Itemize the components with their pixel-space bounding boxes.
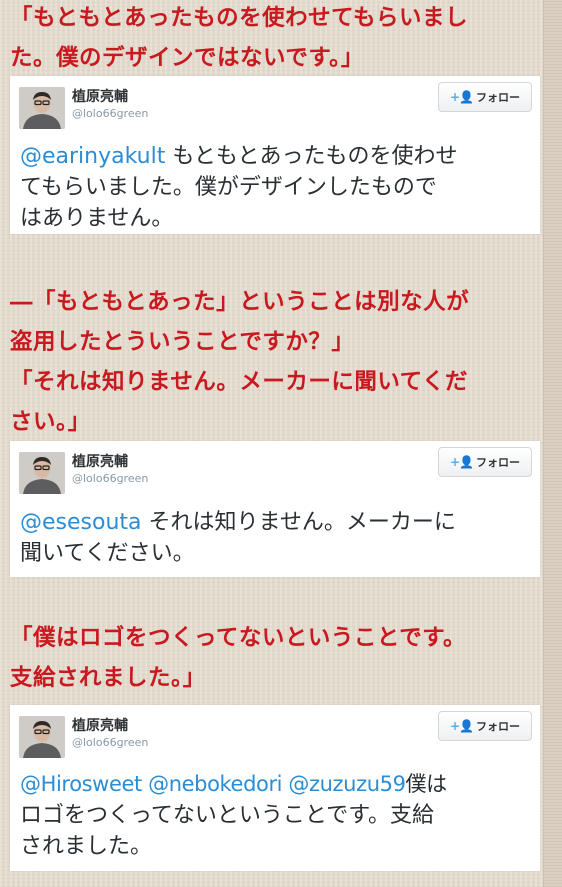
mention-link[interactable]: @nebokedori (148, 772, 282, 796)
quote-line: 「もともとあったものを使わせてもらいまし (10, 5, 468, 31)
mention-link[interactable]: @esesouta (20, 510, 142, 535)
follow-button[interactable]: +👤 フォロー (438, 82, 532, 112)
avatar[interactable] (19, 452, 65, 494)
tweet-text-line: それは知りません。メーカーに (148, 510, 456, 535)
quote-line: さい。」 (10, 409, 91, 435)
tweet-card-3: 植原亮輔 @lolo66green +👤 フォロー @Hirosweet @ne… (10, 705, 540, 871)
quote-block-2: ―「もともとあった」ということは別な人が 盗用したとういうことですか？」 「それ… (10, 282, 540, 442)
mention-link[interactable]: @zuzuzu59 (288, 772, 406, 796)
follow-user-icon: +👤 (450, 719, 474, 733)
user-handle[interactable]: @lolo66green (72, 107, 148, 120)
user-handle[interactable]: @lolo66green (72, 472, 148, 485)
quote-line: 「僕はロゴをつくってないということです。 (10, 625, 466, 651)
avatar[interactable] (19, 87, 65, 129)
avatar[interactable] (19, 716, 65, 758)
page-edge-strip (543, 0, 562, 887)
user-handle[interactable]: @lolo66green (72, 736, 148, 749)
follow-user-icon: +👤 (450, 455, 474, 469)
user-display-name[interactable]: 植原亮輔 (72, 451, 128, 471)
tweet-text: @esesouta それは知りません。メーカーに 聞いてください。 (20, 507, 536, 569)
tweet-text-line: ロゴをつくってないということです。支給 (20, 803, 435, 828)
follow-button-label: フォロー (476, 456, 520, 469)
quote-line: 盗用したとういうことですか？」 (10, 329, 355, 355)
follow-user-icon: +👤 (450, 90, 474, 104)
follow-button-label: フォロー (476, 720, 520, 733)
tweet-card-1: 植原亮輔 @lolo66green +👤 フォロー @earinyakult も… (10, 76, 540, 234)
follow-button[interactable]: +👤 フォロー (438, 447, 532, 477)
tweet-text-line: 聞いてください。 (20, 541, 195, 566)
quote-line: 支給されました。」 (10, 665, 206, 691)
tweet-text: @earinyakult もともとあったものを使わせ てもらいました。僕がデザイ… (20, 141, 536, 234)
user-display-name[interactable]: 植原亮輔 (72, 86, 128, 106)
quote-block-1: 「もともとあったものを使わせてもらいまし た。僕のデザインではないです。」 (10, 0, 540, 78)
tweet-card-2: 植原亮輔 @lolo66green +👤 フォロー @esesouta それは知… (10, 441, 540, 577)
quote-line: ―「もともとあった」ということは別な人が (10, 289, 470, 315)
mention-link[interactable]: @earinyakult (20, 144, 165, 169)
mention-link[interactable]: @Hirosweet (20, 772, 142, 796)
tweet-text-line: 僕は (405, 772, 448, 796)
follow-button-label: フォロー (476, 91, 520, 104)
tweet-text-line: されました。 (20, 834, 153, 859)
tweet-text-line: もともとあったものを使わせ (172, 144, 458, 169)
quote-line: た。僕のデザインではないです。」 (10, 45, 364, 71)
tweet-text-line: はありません。 (20, 206, 174, 231)
tweet-text: @Hirosweet @nebokedori @zuzuzu59僕は ロゴをつく… (20, 769, 536, 862)
quote-line: 「それは知りません。メーカーに聞いてくだ (10, 369, 468, 395)
follow-button[interactable]: +👤 フォロー (438, 711, 532, 741)
tweet-text-line: てもらいました。僕がデザインしたもので (20, 175, 437, 200)
user-display-name[interactable]: 植原亮輔 (72, 715, 128, 735)
quote-block-3: 「僕はロゴをつくってないということです。 支給されました。」 (10, 618, 540, 698)
